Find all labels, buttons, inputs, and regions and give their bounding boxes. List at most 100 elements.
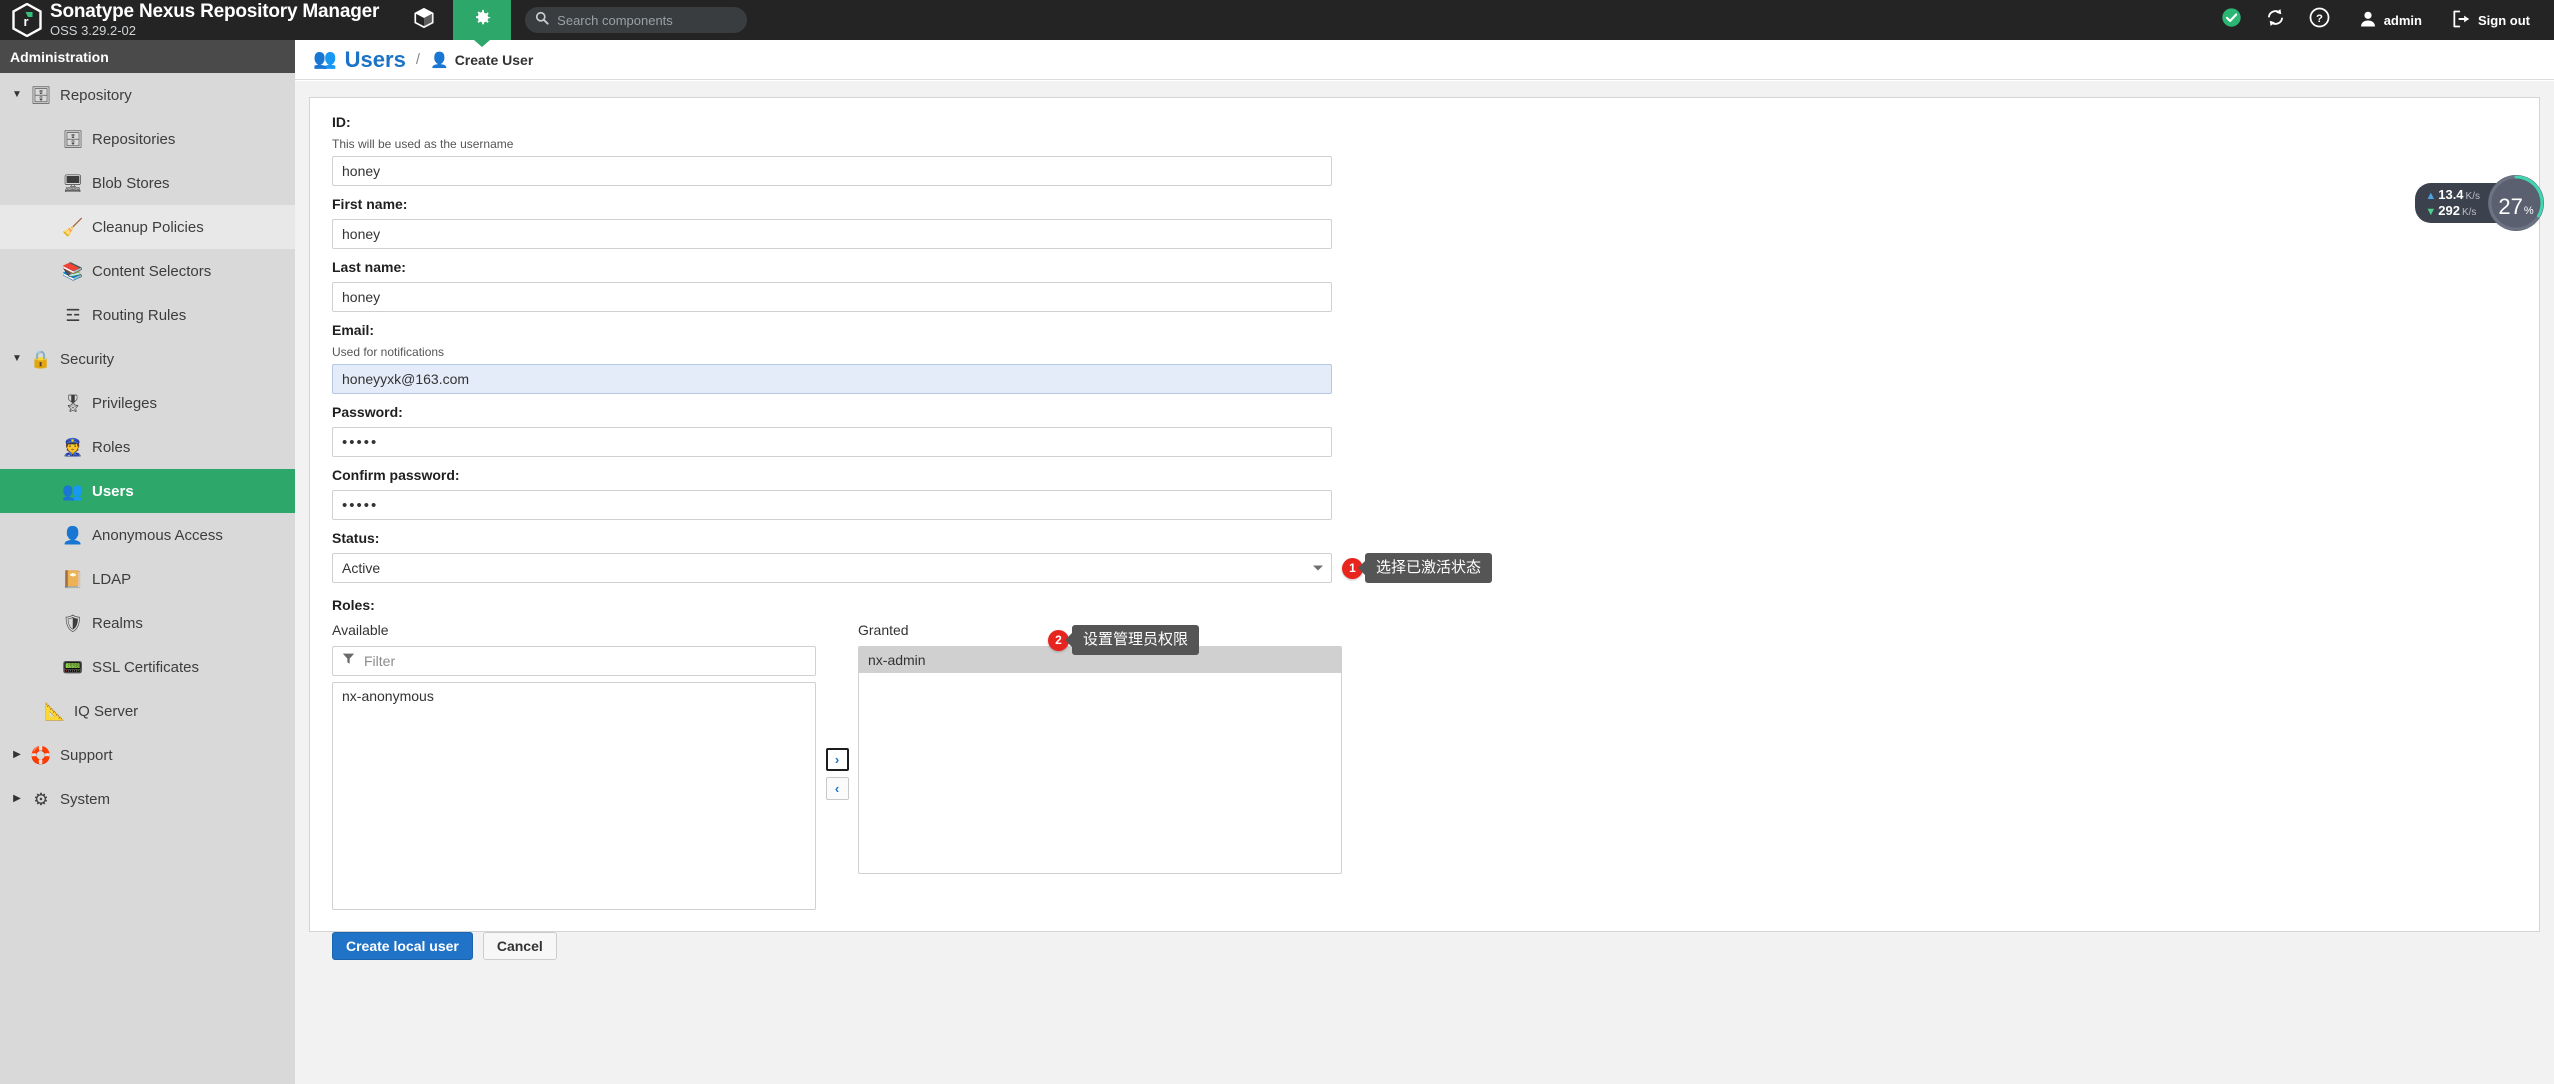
field-group-id: ID: This will be used as the username (332, 114, 2517, 186)
sidebar-item-roles[interactable]: 👮 Roles (0, 425, 295, 469)
roles-filter-input[interactable] (362, 652, 806, 670)
confirm-password-input[interactable] (332, 490, 1332, 520)
available-role-item[interactable]: nx-anonymous (333, 683, 815, 709)
first-name-input[interactable] (332, 219, 1332, 249)
nexus-logo-icon: r (12, 2, 42, 38)
sidebar-item-realms[interactable]: 🛡 Realms (0, 601, 295, 645)
svg-text:r: r (24, 14, 29, 29)
blobstore-icon: 🖥 (62, 173, 84, 193)
email-label: Email: (332, 322, 375, 338)
sidebar-item-repositories[interactable]: 🗄 Repositories (0, 117, 295, 161)
sign-out-label: Sign out (2478, 12, 2530, 28)
granted-roles-list[interactable]: nx-admin (858, 646, 1342, 874)
nav-browse-button[interactable] (395, 0, 453, 40)
sidebar-item-privileges[interactable]: 🎖 Privileges (0, 381, 295, 425)
sidebar-item-label: IQ Server (74, 702, 139, 720)
sidebar-item-label: Routing Rules (92, 306, 187, 324)
filter-icon (342, 652, 362, 670)
check-circle-icon (2221, 7, 2242, 33)
sidebar-item-ldap[interactable]: 📔 LDAP (0, 557, 295, 601)
email-input[interactable] (332, 364, 1332, 394)
chevron-down-icon[interactable]: ▼ (8, 354, 26, 364)
sign-out-button[interactable]: Sign out (2428, 0, 2536, 40)
person-icon: 👤 (62, 525, 84, 545)
sidebar-item-label: LDAP (92, 570, 132, 588)
search-box[interactable] (525, 7, 748, 33)
chevron-right-icon[interactable]: ▶ (8, 750, 26, 760)
last-name-input[interactable] (332, 282, 1332, 312)
chevron-right-icon[interactable]: ▶ (8, 794, 26, 804)
refresh-icon (2265, 7, 2286, 33)
roles-transfer-widget: Available nx-anonymous › ‹ (332, 622, 2517, 910)
first-name-label: First name: (332, 196, 408, 212)
top-header-bar: r Sonatype Nexus Repository Manager OSS … (0, 0, 2554, 40)
avatar-icon (2358, 9, 2378, 32)
sidebar-item-routing-rules[interactable]: ☲ Routing Rules (0, 293, 295, 337)
id-input[interactable] (332, 156, 1332, 186)
upload-rate-row: ▲ 13.4 K/s (2425, 188, 2480, 202)
privilege-icon: 🎖 (62, 393, 84, 413)
network-speed-widget[interactable]: ▲ 13.4 K/s ▼ 292 K/s 27 % (2415, 175, 2544, 231)
app-title: Sonatype Nexus Repository Manager (50, 1, 380, 23)
help-button[interactable]: ? (2298, 0, 2342, 40)
breadcrumb-current: Create User (454, 51, 534, 68)
database-icon: 🗄 (30, 85, 52, 105)
lifering-icon: 🛟 (30, 745, 52, 765)
sidebar-item-support[interactable]: ▶ 🛟 Support (0, 733, 295, 777)
breadcrumb: 👥 Users / 👤 Create User (295, 40, 2554, 80)
sidebar-item-iq-server[interactable]: 📐 IQ Server (0, 689, 295, 733)
create-user-form-panel: ID: This will be used as the username Firs… (309, 97, 2540, 960)
sidebar-item-repository[interactable]: ▼ 🗄 Repository (0, 73, 295, 117)
status-select[interactable]: Active (332, 553, 1332, 583)
top-bar-right-actions: ? admin Sign out (2210, 0, 2554, 40)
sidebar-item-security[interactable]: ▼ 🔒 Security (0, 337, 295, 381)
sidebar-item-system[interactable]: ▶ ⚙ System (0, 777, 295, 821)
field-group-password: Password: (332, 404, 2517, 457)
sidebar-item-anonymous-access[interactable]: 👤 Anonymous Access (0, 513, 295, 557)
breadcrumb-root-link[interactable]: Users (345, 47, 406, 73)
app-version: OSS 3.29.2-02 (50, 23, 136, 39)
chevron-down-icon[interactable]: ▼ (8, 90, 26, 100)
available-title: Available (332, 622, 389, 638)
granted-roles-column: Granted nx-admin 2 设置管理员权限 (858, 622, 1342, 874)
sidebar-item-label: Anonymous Access (92, 526, 223, 544)
password-input[interactable] (332, 427, 1332, 457)
nav-admin-button[interactable] (453, 0, 512, 40)
roles-filter-box[interactable] (332, 646, 816, 676)
brand-logo-area[interactable]: r Sonatype Nexus Repository Manager OSS … (0, 0, 395, 40)
search-input[interactable] (555, 11, 738, 29)
sidebar-item-blob-stores[interactable]: 🖥 Blob Stores (0, 161, 295, 205)
sidebar-item-content-selectors[interactable]: 📚 Content Selectors (0, 249, 295, 293)
admin-sidebar: Administration ▼ 🗄 Repository 🗄 Repositories… (0, 40, 295, 1084)
create-local-user-button[interactable]: Create local user (332, 932, 473, 960)
available-roles-list[interactable]: nx-anonymous (332, 682, 816, 910)
transfer-buttons: › ‹ (816, 745, 858, 803)
sidebar-item-label: Users (92, 482, 134, 500)
refresh-button[interactable] (2254, 0, 2298, 40)
security-icon: 🔒 (30, 349, 52, 369)
sidebar-item-cleanup-policies[interactable]: 🧹 Cleanup Policies (0, 205, 295, 249)
move-left-button[interactable]: ‹ (825, 777, 849, 800)
roles-label: Roles: (332, 597, 375, 613)
users-icon: 👥 (313, 49, 337, 70)
confirm-password-label: Confirm password: (332, 467, 460, 483)
move-right-button[interactable]: › (825, 748, 849, 771)
sidebar-item-label: Security (60, 350, 115, 368)
sidebar-item-users[interactable]: 👥 Users (0, 469, 295, 513)
status-check-button[interactable] (2210, 0, 2254, 40)
role-icon: 👮 (62, 437, 84, 457)
sidebar-title: Administration (0, 40, 295, 73)
sidebar-item-label: Repository (60, 86, 132, 104)
id-label: ID: (332, 114, 351, 130)
email-hint: Used for notifications (332, 345, 445, 359)
sidebar-item-ssl-certificates[interactable]: 📟 SSL Certificates (0, 645, 295, 689)
users-icon: 👥 (62, 481, 84, 501)
user-menu-button[interactable]: admin (2342, 0, 2428, 40)
field-group-confirm-password: Confirm password: (332, 467, 2517, 520)
upload-arrow-icon: ▲ (2425, 190, 2437, 202)
field-group-last-name: Last name: (332, 259, 2517, 312)
cancel-button[interactable]: Cancel (482, 932, 557, 960)
annotation-1-tooltip: 选择已激活状态 (1365, 553, 1493, 583)
download-arrow-icon: ▼ (2425, 206, 2437, 218)
annotation-2-tooltip: 设置管理员权限 (1072, 625, 1200, 655)
